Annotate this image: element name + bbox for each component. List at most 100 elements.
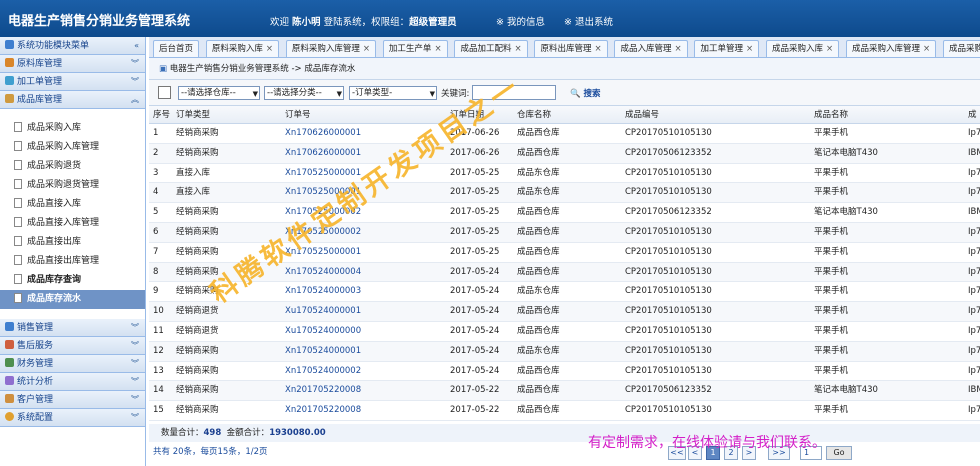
sidebar-group-service[interactable]: 售后服务 ︾ [0, 337, 145, 355]
order-link[interactable]: Xn170524000003 [285, 282, 361, 302]
document-icon [14, 160, 22, 170]
sidebar-group-finance[interactable]: 财务管理 ︾ [0, 355, 145, 373]
order-link[interactable]: Xu170524000000 [285, 322, 361, 342]
chevron-down-icon: ︾ [131, 341, 139, 350]
table-cell: 经销商采购 [176, 405, 219, 416]
item-label: 成品库存查询 [27, 275, 82, 285]
table-row[interactable]: 12 经销商采购 Xn170524000001 2017-05-24 成品东仓库 CP20… [149, 341, 980, 362]
table-cell: CP20170510105130 [625, 286, 712, 297]
select-value: --请选择仓库-- [181, 88, 236, 98]
sidebar-item[interactable]: 成品直接入库 [0, 195, 145, 214]
tab[interactable]: 原料采购入库管理 × [285, 40, 377, 57]
close-icon[interactable]: × [434, 44, 441, 54]
tab-home[interactable]: 后台首页 [153, 40, 200, 57]
table-cell: CP20170506123352 [625, 147, 712, 158]
sidebar-item[interactable]: 成品采购入库 [0, 119, 145, 138]
table-cell: IBM [968, 147, 980, 158]
tab[interactable]: 加工生产单 × [382, 40, 448, 57]
close-icon[interactable]: × [674, 44, 681, 54]
tab[interactable]: 成品采购退货 [943, 40, 980, 57]
table-row[interactable]: 9 经销商采购 Xn170524000003 2017-05-24 成品东仓库 CP201… [149, 282, 980, 303]
table-row[interactable]: 14 经销商采购 Xn201705220008 2017-05-22 成品西仓库 CP20… [149, 381, 980, 402]
search-label: 搜索 [583, 89, 601, 99]
table-row[interactable]: 3 直接入库 Xn170525000001 2017-05-25 成品东仓库 CP2017… [149, 164, 980, 184]
order-link[interactable]: Xn170524000002 [285, 362, 361, 382]
table-cell: 平果手机 [814, 286, 849, 297]
close-icon[interactable]: × [266, 44, 273, 54]
amount-total: 1930080.00 [269, 428, 326, 438]
close-icon[interactable]: × [746, 44, 753, 54]
sidebar: 系统功能模块菜单 « 原料库管理 ︾ 加工单管理 ︾ 成品库管理 ︽ 成品采购入库 成品… [0, 37, 146, 466]
table-header: 序号 订单类型 订单号 订单日期 仓库名称 成品编号 成品名称 成 [149, 106, 980, 124]
table-row[interactable]: 4 直接入库 Xn170525000001 2017-05-25 成品东仓库 CP2017… [149, 183, 980, 204]
sidebar-group-customer[interactable]: 客户管理 ︾ [0, 391, 145, 409]
table-cell: 2017-05-24 [450, 345, 500, 356]
go-button[interactable]: Go [826, 446, 852, 460]
order-type-select[interactable]: -订单类型- ▼ [349, 86, 437, 100]
sidebar-item[interactable]: 成品采购退货管理 [0, 176, 145, 195]
sidebar-item[interactable]: 成品直接出库管理 [0, 252, 145, 271]
table-row[interactable]: 15 经销商采购 Xn201705220008 2017-05-22 成品西仓库 CP20… [149, 401, 980, 421]
item-label: 成品直接入库管理 [27, 218, 100, 228]
sidebar-group-sales[interactable]: 销售管理 ︾ [0, 319, 145, 337]
table-row[interactable]: 2 经销商采购 Xn170626000001 2017-06-26 成品西仓库 CP201… [149, 143, 980, 164]
table-cell: 经销商采购 [176, 385, 219, 396]
tab[interactable]: 加工单管理 × [694, 40, 760, 57]
table-cell: 2 [153, 147, 159, 158]
tab-label: 原料采购入库 [211, 44, 263, 54]
table-row[interactable]: 10 经销商退货 Xu170524000001 2017-05-24 成品西仓库 CP20… [149, 302, 980, 322]
close-icon[interactable]: × [923, 44, 930, 54]
close-icon[interactable]: × [514, 44, 521, 54]
order-link[interactable]: Xn201705220008 [285, 401, 361, 421]
order-link[interactable]: Xn170626000001 [285, 124, 361, 144]
table-cell: CP20170510105130 [625, 167, 712, 178]
sidebar-group-config[interactable]: 系统配置 ︾ [0, 409, 145, 427]
search-toggle-icon[interactable] [158, 86, 171, 99]
table-row[interactable]: 13 经销商采购 Xn170524000002 2017-05-24 成品西仓库 CP20… [149, 362, 980, 382]
tab-label: 原料采购入库管理 [291, 44, 360, 54]
sidebar-item-active[interactable]: 成品库存流水 [0, 290, 145, 309]
table-row[interactable]: 11 经销商退货 Xu170524000000 2017-05-24 成品西仓库 CP20… [149, 322, 980, 342]
tab[interactable]: 成品采购入库管理 × [846, 40, 937, 57]
sidebar-group-product[interactable]: 成品库管理 ︽ [0, 91, 145, 109]
sidebar-group-process[interactable]: 加工单管理 ︾ [0, 73, 145, 91]
group-label: 销售管理 [17, 323, 54, 333]
table-cell: 2017-05-25 [450, 167, 500, 178]
app-title: 电器生产销售分销业务管理系统 [8, 14, 191, 29]
order-link[interactable]: Xn170524000004 [285, 263, 361, 283]
tab[interactable]: 原料采购入库 × [205, 40, 280, 57]
sidebar-item[interactable]: 成品采购入库管理 [0, 138, 145, 157]
collapse-icon[interactable]: « [134, 37, 139, 55]
close-icon[interactable]: × [363, 44, 370, 54]
sidebar-item[interactable]: 成品直接入库管理 [0, 214, 145, 233]
order-link[interactable]: Xn201705220008 [285, 381, 361, 401]
order-link[interactable]: Xu170524000001 [285, 302, 361, 322]
table-cell: 平果手机 [814, 226, 849, 237]
table-cell: 2017-06-26 [450, 147, 500, 158]
tab[interactable]: 成品入库管理 × [614, 40, 688, 57]
item-label: 成品采购退货管理 [27, 180, 100, 190]
warehouse-select[interactable]: --请选择仓库-- ▼ [178, 86, 260, 100]
tab[interactable]: 成品采购入库 × [766, 40, 840, 57]
home-icon [5, 40, 14, 49]
table-row[interactable]: 5 经销商采购 Xn170525000002 2017-05-25 成品西仓库 CP201… [149, 203, 980, 223]
item-label: 成品直接出库 [27, 237, 82, 247]
sidebar-item[interactable]: 成品直接出库 [0, 233, 145, 252]
category-select[interactable]: --请选择分类-- ▼ [264, 86, 344, 100]
order-link[interactable]: Xn170524000001 [285, 342, 361, 362]
chevron-down-icon: ︾ [131, 323, 139, 332]
table-cell: 10 [153, 306, 164, 317]
table-cell: 2017-05-25 [450, 207, 500, 218]
close-icon[interactable]: × [826, 44, 833, 54]
search-button[interactable]: 🔍 搜索 [570, 87, 601, 99]
sidebar-item[interactable]: 成品库存查询 [0, 271, 145, 290]
group-label: 成品库管理 [17, 95, 63, 105]
tab[interactable]: 成品加工配料 × [454, 40, 528, 57]
sidebar-group-raw[interactable]: 原料库管理 ︾ [0, 55, 145, 73]
order-link[interactable]: Xn170626000001 [285, 144, 361, 164]
table-row[interactable]: 1 经销商采购 Xn170626000001 2017-06-26 成品西仓库 CP201… [149, 124, 980, 144]
sidebar-item[interactable]: 成品采购退货 [0, 157, 145, 176]
sidebar-group-stats[interactable]: 统计分析 ︾ [0, 373, 145, 391]
table-cell: CP20170510105130 [625, 187, 712, 198]
my-info-link[interactable]: ※ 我的信息 [496, 14, 545, 28]
